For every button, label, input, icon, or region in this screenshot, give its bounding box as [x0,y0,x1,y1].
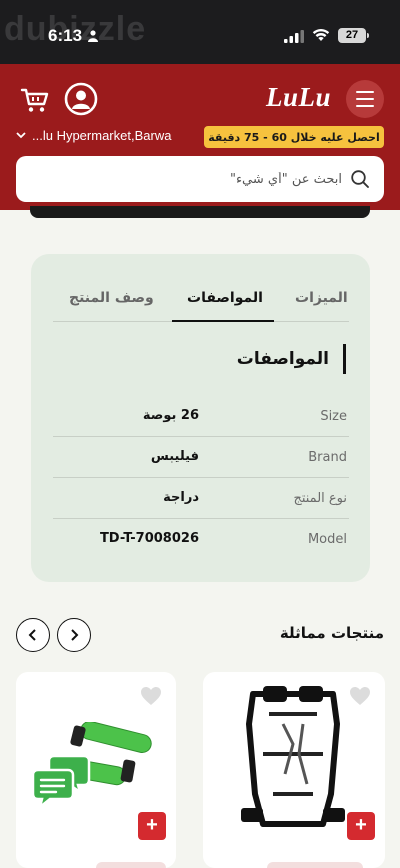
spec-key: نوع المنتج [293,491,347,506]
chevron-left-icon [28,629,36,641]
specifications-card: وصف المنتج المواصفات الميزات المواصفات S… [31,254,370,582]
hamburger-icon[interactable] [346,80,384,118]
user-circle-icon[interactable] [64,82,98,116]
tab-product-description[interactable]: وصف المنتج [69,290,154,306]
delivery-time-text: احصل عليه خلال 60 - 75 دقيقة [208,130,380,144]
search-bar[interactable] [16,156,384,202]
spec-row: Brand فيليبس [53,437,349,478]
bike-rack-image [241,686,345,827]
spec-row: Model TD-T-7008026 [53,519,349,560]
chevron-right-icon [71,629,79,641]
menu-line [356,105,374,107]
carousel-prev-button[interactable] [16,618,50,652]
add-to-cart-button[interactable]: + [138,812,166,840]
battery-indicator: 27 [338,28,366,43]
spec-row: نوع المنتج دراجة [53,478,349,519]
menu-line [356,98,374,100]
menu-line [356,91,374,93]
heart-icon[interactable] [140,686,162,706]
delivery-time-badge: احصل عليه خلال 60 - 75 دقيقة [204,126,384,148]
spec-row: Size 26 بوصة [53,396,349,437]
product-banner-edge [30,206,370,218]
spec-value: 26 بوصة [142,408,199,423]
spec-key: Model [307,532,347,547]
spec-value: TD-T-7008026 [99,531,199,546]
wifi-icon [312,29,330,41]
heart-icon[interactable] [349,686,371,706]
status-time: 6:13 [48,26,83,45]
spec-value: دراجة [163,490,199,505]
search-icon [351,170,369,188]
spec-table: Size 26 بوصة Brand فيليبس نوع المنتج درا… [53,396,349,560]
location-label: ...lu Hypermarket,Barwa [32,128,172,143]
search-input[interactable] [42,171,342,187]
spec-key: Brand [308,450,347,465]
lulu-logo[interactable]: LuLu [266,82,331,113]
section-title: المواصفات [237,344,346,374]
tab-specifications[interactable]: المواصفات [187,290,263,306]
person-icon [88,30,98,42]
location-selector[interactable]: ...lu Hypermarket,Barwa [16,128,171,143]
carousel-next-button[interactable] [57,618,91,652]
spec-key: Size [320,409,347,424]
add-to-cart-button[interactable]: + [347,812,375,840]
cart-icon[interactable] [20,86,50,114]
app-header: LuLu ...lu Hypermarket,Barwa احصل عليه خ… [0,64,400,210]
chat-icon[interactable] [30,752,92,810]
spec-value: فيليبس [150,449,199,464]
status-bar: dubizzle 6:13 27 [0,0,400,64]
tab-features[interactable]: الميزات [295,290,348,306]
price-tag [267,862,363,868]
product-info-tabs: وصف المنتج المواصفات الميزات [53,284,349,322]
battery-tip [367,33,369,38]
similar-products-title: منتجات مماثلة [279,624,384,642]
signal-icon [284,30,304,43]
chevron-down-icon [16,132,26,139]
active-tab-indicator [172,320,274,322]
product-card[interactable]: + [203,672,385,868]
price-tag [96,862,166,868]
